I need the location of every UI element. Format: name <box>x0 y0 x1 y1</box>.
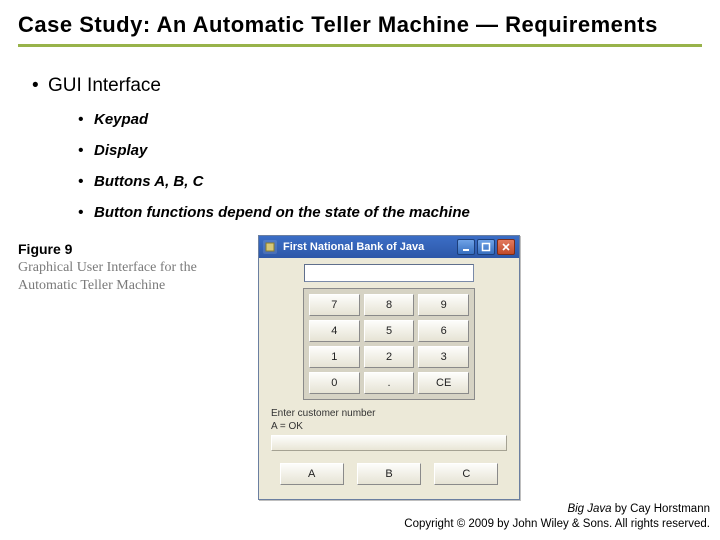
prompt-band <box>271 435 507 451</box>
button-b[interactable]: B <box>357 463 421 485</box>
bullet-label: GUI Interface <box>48 75 161 96</box>
atm-window: First National Bank of Java <box>258 235 520 500</box>
window-title: First National Bank of Java <box>283 241 457 253</box>
abc-button-row: A B C <box>265 459 513 493</box>
button-c[interactable]: C <box>434 463 498 485</box>
keypad: 7 8 9 4 5 6 1 2 3 0 <box>303 288 475 400</box>
app-icon <box>263 240 277 254</box>
maximize-button[interactable] <box>477 239 495 255</box>
figure-label: Figure 9 <box>18 241 250 257</box>
footer-line-1: Big Java by Cay Horstmann <box>404 502 710 517</box>
keypad-key-1[interactable]: 1 <box>309 346 360 368</box>
button-a[interactable]: A <box>280 463 344 485</box>
keypad-key-5[interactable]: 5 <box>364 320 415 342</box>
keypad-key-4[interactable]: 4 <box>309 320 360 342</box>
footer-author: by Cay Horstmann <box>612 503 710 515</box>
footer-book-title: Big Java <box>567 503 611 515</box>
figure-caption: Graphical User Interface for the Automat… <box>18 259 250 295</box>
bullet-item: Buttons A, B, C <box>78 173 702 190</box>
keypad-key-2[interactable]: 2 <box>364 346 415 368</box>
close-button[interactable] <box>497 239 515 255</box>
keypad-key-7[interactable]: 7 <box>309 294 360 316</box>
footer: Big Java by Cay Horstmann Copyright © 20… <box>404 502 710 532</box>
keypad-key-3[interactable]: 3 <box>418 346 469 368</box>
bullet-list-2: Keypad Display Buttons A, B, C Button fu… <box>48 111 702 221</box>
bullet-item: GUI Interface Keypad Display Buttons A, … <box>32 75 702 221</box>
bullet-item: Keypad <box>78 111 702 128</box>
window-titlebar[interactable]: First National Bank of Java <box>259 236 519 258</box>
bullet-item: Display <box>78 142 702 159</box>
keypad-key-dot[interactable]: . <box>364 372 415 394</box>
bullet-list-1: GUI Interface Keypad Display Buttons A, … <box>18 75 702 221</box>
keypad-key-9[interactable]: 9 <box>418 294 469 316</box>
keypad-key-ce[interactable]: CE <box>418 372 469 394</box>
prompt-text: Enter customer number A = OK <box>271 408 511 433</box>
footer-line-2: Copyright © 2009 by John Wiley & Sons. A… <box>404 517 710 532</box>
prompt-line: A = OK <box>271 421 511 434</box>
keypad-key-0[interactable]: 0 <box>309 372 360 394</box>
minimize-button[interactable] <box>457 239 475 255</box>
keypad-key-8[interactable]: 8 <box>364 294 415 316</box>
prompt-line: Enter customer number <box>271 408 511 421</box>
bullet-item: Button functions depend on the state of … <box>78 204 702 221</box>
keypad-key-6[interactable]: 6 <box>418 320 469 342</box>
display-field[interactable] <box>304 264 474 282</box>
figure-caption-block: Figure 9 Graphical User Interface for th… <box>18 235 250 295</box>
page-title: Case Study: An Automatic Teller Machine … <box>18 12 702 47</box>
